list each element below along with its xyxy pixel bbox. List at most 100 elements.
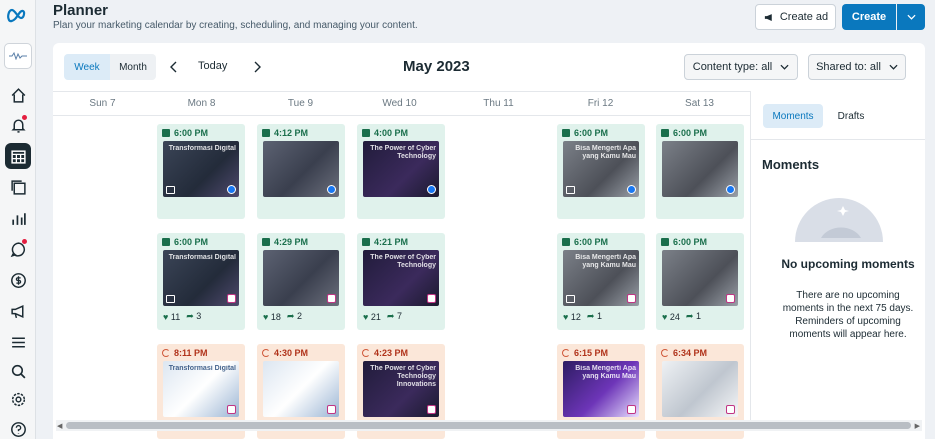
chevron-right-icon[interactable] (249, 59, 265, 75)
thumbnail-text: Bisa Mengerti Apa yang Kamu Mau (575, 145, 636, 160)
scroll-left-icon[interactable]: ◀ (57, 422, 62, 430)
thumbnail-text: The Power of Cyber Technology (370, 145, 436, 160)
thumbnail-text: Transformasi Digital (168, 365, 236, 372)
published-post-icon (661, 129, 669, 137)
inbox-chat-icon[interactable] (5, 236, 31, 262)
shares-count: 2 (296, 311, 302, 321)
likes-count: 21 (370, 311, 381, 322)
empty-state-text: There are no upcoming moments in the nex… (782, 290, 914, 340)
search-icon[interactable] (5, 358, 31, 384)
chevron-left-icon[interactable] (166, 59, 182, 75)
post-card[interactable]: 4:12 PM (257, 124, 345, 219)
facebook-icon (227, 185, 236, 194)
shares-count: 1 (596, 311, 602, 321)
scroll-right-icon[interactable]: ▶ (915, 422, 920, 430)
post-card[interactable]: 4:29 PM ♥ 18 ➦ 2 (257, 233, 345, 330)
day-header-sun: Sun 7 (89, 98, 116, 109)
instagram-icon (327, 405, 336, 414)
monetization-dollar-icon[interactable] (5, 267, 31, 293)
thumbnail-text: Transformasi Digital (168, 254, 236, 261)
facebook-icon (627, 185, 636, 194)
settings-gear-icon[interactable] (5, 386, 31, 412)
insights-bar-chart-icon[interactable] (5, 205, 31, 231)
published-post-icon (562, 238, 570, 246)
notification-dot (22, 115, 27, 120)
ads-megaphone-icon[interactable] (5, 298, 31, 324)
create-dropdown-button[interactable] (897, 4, 925, 30)
post-thumbnail: Bisa Mengerti Apa yang Kamu Mau (563, 250, 639, 306)
published-post-icon (562, 129, 570, 137)
post-thumbnail: Bisa Mengerti Apa yang Kamu Mau (563, 361, 639, 417)
post-card[interactable]: 4:00 PM The Power of Cyber Technology (357, 124, 445, 219)
day-header-wed: Wed 10 (382, 98, 417, 109)
megaphone-icon (764, 13, 772, 21)
planner-calendar-icon[interactable] (5, 143, 31, 169)
post-time: 4:00 PM (374, 128, 409, 138)
post-card[interactable]: 6:00 PM Bisa Mengerti Apa yang Kamu Mau … (557, 233, 645, 330)
post-card[interactable]: 6:00 PM Transformasi Digital ♥ 11 ➦ 3 (157, 233, 245, 330)
chevron-down-icon (889, 64, 898, 70)
post-thumbnail: Transformasi Digital (163, 361, 239, 417)
scrollbar-thumb[interactable] (66, 422, 911, 429)
planner-panel: Week Month Today May 2023 Content type: … (53, 43, 925, 439)
waveform-icon (9, 52, 27, 60)
share-arrow-icon: ➦ (586, 311, 595, 321)
heart-icon: ♥ (563, 311, 569, 322)
share-arrow-icon: ➦ (186, 311, 194, 321)
notifications-bell-icon[interactable] (5, 112, 31, 138)
horizontal-scrollbar[interactable]: ◀ ▶ (56, 420, 922, 431)
post-thumbnail (263, 141, 339, 197)
post-thumbnail: The Power of Cyber Technology (363, 250, 439, 306)
post-time: 4:30 PM (274, 348, 309, 358)
likes-count: 18 (270, 311, 281, 322)
post-time: 6:34 PM (673, 348, 708, 358)
account-switcher[interactable] (4, 43, 32, 69)
published-post-icon (362, 129, 370, 137)
help-icon[interactable] (5, 416, 31, 439)
shared-to-filter[interactable]: Shared to: all (808, 54, 906, 80)
post-thumbnail: The Power of Cyber Technology Innovation… (363, 361, 439, 417)
moon-illustration-icon (795, 198, 883, 242)
likes-count: 12 (570, 311, 581, 322)
tab-drafts[interactable]: Drafts (831, 104, 871, 128)
published-post-icon (162, 129, 170, 137)
create-button[interactable]: Create (842, 4, 896, 30)
week-view-button[interactable]: Week (64, 54, 110, 80)
post-time: 4:21 PM (374, 237, 409, 247)
shares-count: 3 (196, 311, 202, 321)
panel-divider (750, 91, 751, 421)
menu-icon[interactable] (5, 329, 31, 355)
facebook-icon (327, 185, 336, 194)
post-time: 6:00 PM (673, 128, 708, 138)
post-thumbnail (662, 141, 738, 197)
published-post-icon (661, 238, 669, 246)
share-arrow-icon: ➦ (685, 311, 694, 321)
content-type-filter[interactable]: Content type: all (684, 54, 798, 80)
post-time: 6:00 PM (574, 237, 609, 247)
thumbnail-text: The Power of Cyber Technology (370, 254, 436, 269)
post-stats: ♥ 18 ➦ 2 (263, 311, 302, 322)
today-button[interactable]: Today (198, 60, 227, 72)
post-thumbnail: Transformasi Digital (163, 250, 239, 306)
post-card[interactable]: 6:00 PM Bisa Mengerti Apa yang Kamu Mau (557, 124, 645, 219)
post-thumbnail (263, 361, 339, 417)
meta-logo-icon[interactable] (6, 7, 30, 23)
post-card[interactable]: 6:00 PM Transformasi Digital (157, 124, 245, 219)
post-card[interactable]: 6:00 PM ♥ 24 ➦ 1 (656, 233, 744, 330)
content-type-filter-label: Content type: all (692, 61, 773, 73)
tab-moments[interactable]: Moments (763, 104, 823, 128)
post-card[interactable]: 6:00 PM (656, 124, 744, 219)
instagram-icon (726, 405, 735, 414)
post-card[interactable]: 4:21 PM The Power of Cyber Technology ♥ … (357, 233, 445, 330)
month-view-button[interactable]: Month (110, 54, 156, 80)
share-arrow-icon: ➦ (286, 311, 295, 321)
content-stack-icon[interactable] (5, 174, 31, 200)
post-stats: ♥ 11 ➦ 3 (163, 311, 201, 322)
create-ad-button[interactable]: Create ad (755, 4, 836, 30)
day-header-mon: Mon 8 (187, 98, 216, 109)
post-thumbnail (662, 361, 738, 417)
home-icon[interactable] (5, 82, 31, 108)
day-header-sat: Sat 13 (685, 98, 714, 109)
chevron-down-icon (780, 64, 789, 70)
thumbnail-text: Transformasi Digital (168, 145, 236, 152)
